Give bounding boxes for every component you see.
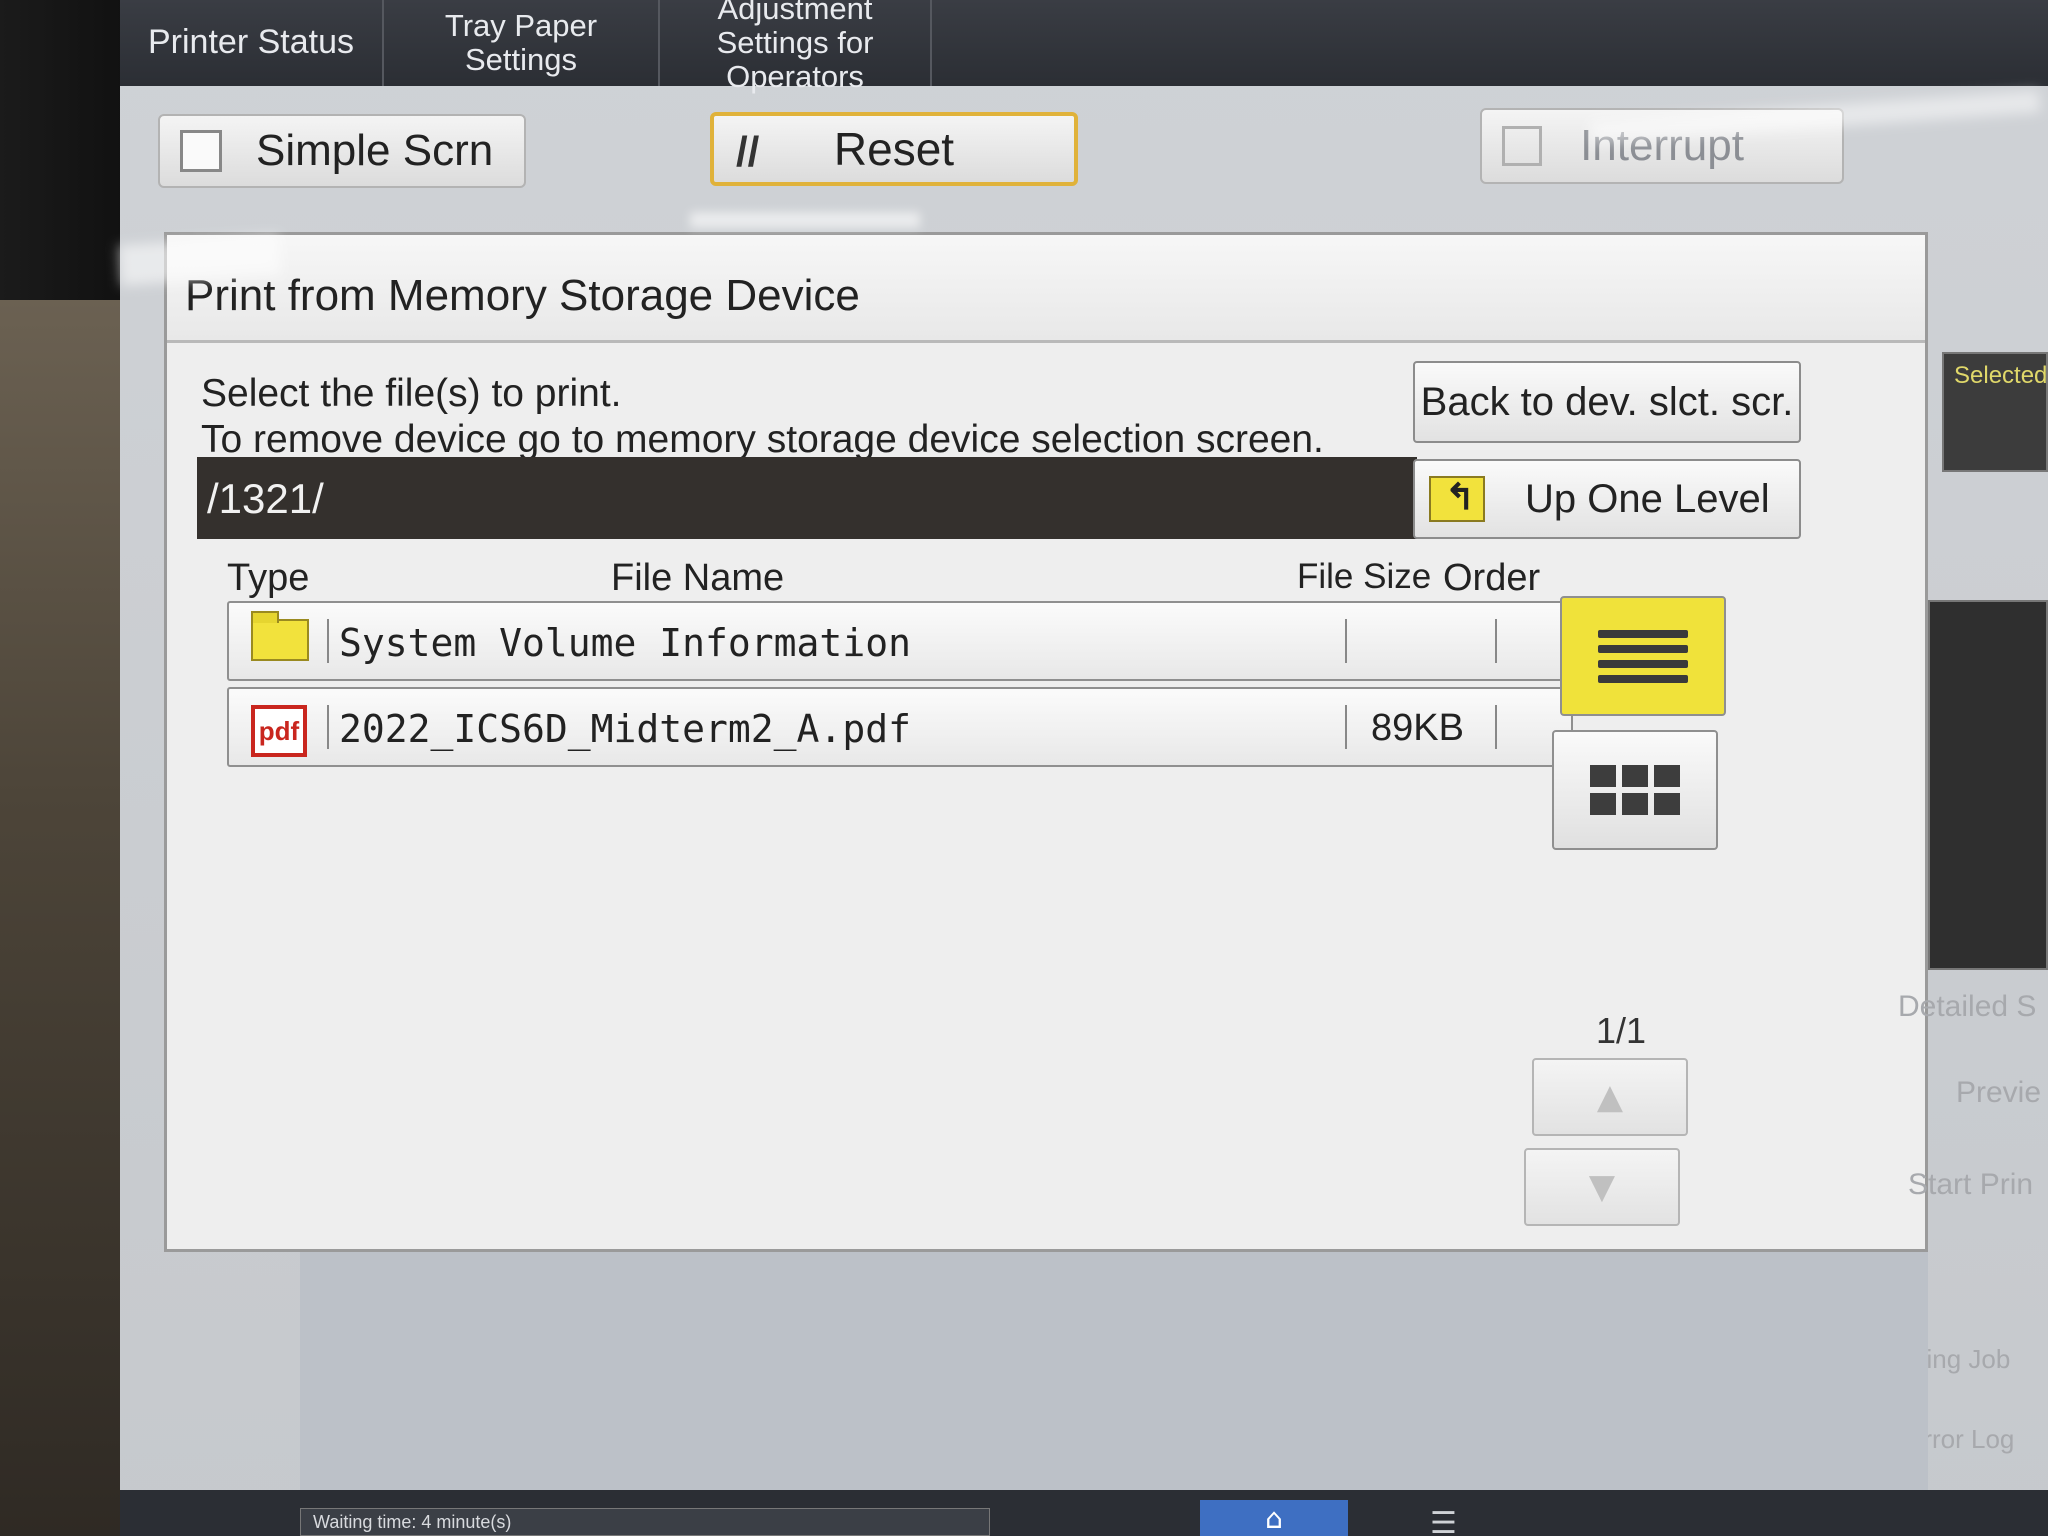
page-down-button[interactable]: ▼ (1524, 1148, 1680, 1226)
screen-glare (690, 212, 920, 228)
page-up-button[interactable]: ▲ (1532, 1058, 1688, 1136)
home-button[interactable]: ⌂ (1200, 1500, 1348, 1536)
arrow-up-icon: ▲ (1596, 1077, 1624, 1117)
instruction-text: Select the file(s) to print. To remove d… (201, 371, 1324, 463)
job-list-area (300, 1252, 1928, 1492)
grid-view-icon (1590, 765, 1680, 815)
file-size: 89KB (1371, 707, 1464, 749)
column-header-order: Order (1443, 557, 1541, 599)
row-separator (1495, 705, 1497, 749)
page-indicator: 1/1 (1596, 1010, 1647, 1051)
column-header-type: Type (227, 557, 310, 599)
start-print-button[interactable]: Start Prin (1908, 1168, 2033, 1202)
reset-button[interactable]: // Reset (710, 112, 1078, 186)
home-icon: ⌂ (1265, 1501, 1283, 1535)
list-view-icon (1598, 623, 1688, 690)
simple-screen-label: Simple Scrn (256, 126, 494, 175)
up-one-level-button[interactable]: Up One Level (1413, 459, 1801, 539)
column-header-file-size: File Size (1297, 557, 1432, 596)
top-tab-bar: Printer Status Tray Paper Settings Adjus… (120, 0, 2048, 94)
reset-icon: // (736, 128, 760, 175)
selected-file-list (1928, 600, 2048, 970)
selected-label: Selected (1954, 362, 2048, 389)
row-separator (1345, 619, 1347, 663)
file-row-folder[interactable]: System Volume Information (227, 601, 1573, 681)
preview-button[interactable]: Previe (1956, 1076, 2041, 1110)
thumbnail-view-button[interactable] (1552, 730, 1718, 850)
row-separator (1495, 619, 1497, 663)
column-header-file-name: File Name (611, 557, 785, 599)
interrupt-checkbox (1502, 126, 1542, 166)
file-name: System Volume Information (339, 621, 911, 665)
status-waiting-time: Waiting time: 4 minute(s) (300, 1508, 990, 1536)
reset-label: Reset (833, 123, 955, 175)
pdf-icon: pdf (251, 705, 307, 757)
menu-icon: ☰ (1430, 1506, 1457, 1536)
simple-screen-button[interactable]: Simple Scrn (158, 114, 526, 188)
instruction-line-1: Select the file(s) to print. (201, 372, 622, 415)
row-separator (327, 705, 329, 749)
panel-title: Print from Memory Storage Device (167, 235, 1925, 343)
tab-tray-paper-settings[interactable]: Tray Paper Settings (384, 0, 660, 86)
up-one-level-label: Up One Level (1525, 476, 1770, 521)
menu-button[interactable]: ☰ (1430, 1506, 1457, 1536)
folder-up-icon (1429, 476, 1485, 522)
arrow-down-icon: ▼ (1588, 1167, 1616, 1207)
back-to-device-select-button[interactable]: Back to dev. slct. scr. (1413, 361, 1801, 443)
tab-printer-status[interactable]: Printer Status (120, 0, 384, 86)
folder-icon (251, 611, 309, 661)
list-view-button[interactable] (1560, 596, 1726, 716)
file-row-pdf[interactable]: pdf 2022_ICS6D_Midterm2_A.pdf 89KB (227, 687, 1573, 767)
file-name: 2022_ICS6D_Midterm2_A.pdf (339, 707, 911, 751)
simple-screen-checkbox[interactable] (180, 130, 222, 172)
row-separator (1345, 705, 1347, 749)
detailed-settings-button[interactable]: Detailed S (1898, 990, 2036, 1024)
tab-adjustment-settings[interactable]: Adjustment Settings for Operators (660, 0, 932, 94)
row-separator (327, 619, 329, 663)
current-path: /1321/ (197, 457, 1417, 539)
